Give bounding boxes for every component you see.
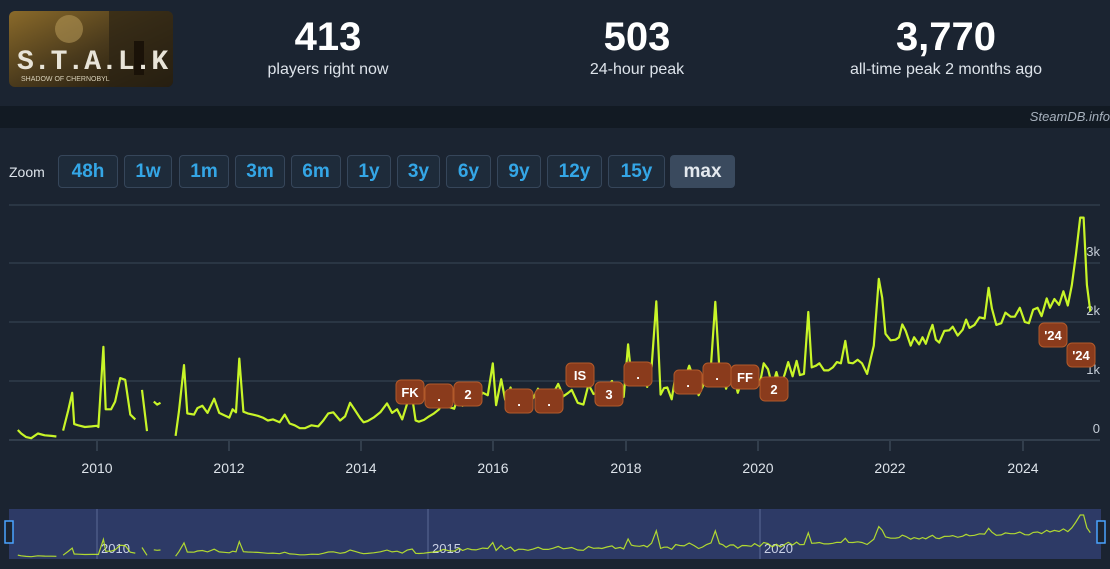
player-count-chart[interactable]: 01k2k3k2010 2012 2014 2016 2018 2020 2022 2024F… [0,0,1110,569]
x-tick-label: 2022 [874,460,905,476]
annotation-label: FK [401,385,419,400]
x-tick-label: 2016 [477,460,508,476]
annotation-marker: '24 [1038,322,1068,348]
annotation-marker: '24 [1066,342,1096,368]
x-tick-label: 2012 [213,460,244,476]
annotation-label: . [547,394,551,409]
annotation-label: . [517,394,521,409]
annotation-marker: 3 [594,381,624,407]
x-tick-label: 2014 [345,460,376,476]
annotation-label: . [715,368,719,383]
x-tick-label: 2020 [742,460,773,476]
annotation-label: . [686,375,690,390]
annotation-marker: FK [395,379,425,405]
annotation-label: 3 [605,387,612,402]
annotation-label: . [437,389,441,404]
y-tick-label: 2k [1086,303,1100,318]
annotation-label: 2 [770,382,777,397]
annotation-label: '24 [1044,328,1062,343]
annotation-marker: . [424,383,454,409]
annotation-label: IS [574,368,587,383]
annotation-marker: . [623,361,653,387]
annotation-marker: IS [565,362,595,388]
annotation-label: '24 [1072,348,1090,363]
x-tick-label: 2010 [81,460,112,476]
annotation-marker: 2 [453,381,483,407]
annotation-marker: . [504,388,534,414]
navigator-label: 2015 [432,541,461,556]
navigator-handle-right [1096,520,1106,544]
annotation-marker: . [702,362,732,388]
annotation-marker: 2 [759,376,789,402]
x-tick-label: 2024 [1007,460,1038,476]
annotation-label: FF [737,370,753,385]
annotation-marker: . [534,388,564,414]
navigator-bg [9,509,1101,559]
y-tick-label: 0 [1093,421,1100,436]
annotation-label: . [636,367,640,382]
x-tick-label: 2018 [610,460,641,476]
annotation-marker: FF [730,364,760,390]
annotation-marker: . [673,369,703,395]
navigator-handle-left [4,520,14,544]
annotation-label: 2 [464,387,471,402]
y-tick-label: 3k [1086,244,1100,259]
